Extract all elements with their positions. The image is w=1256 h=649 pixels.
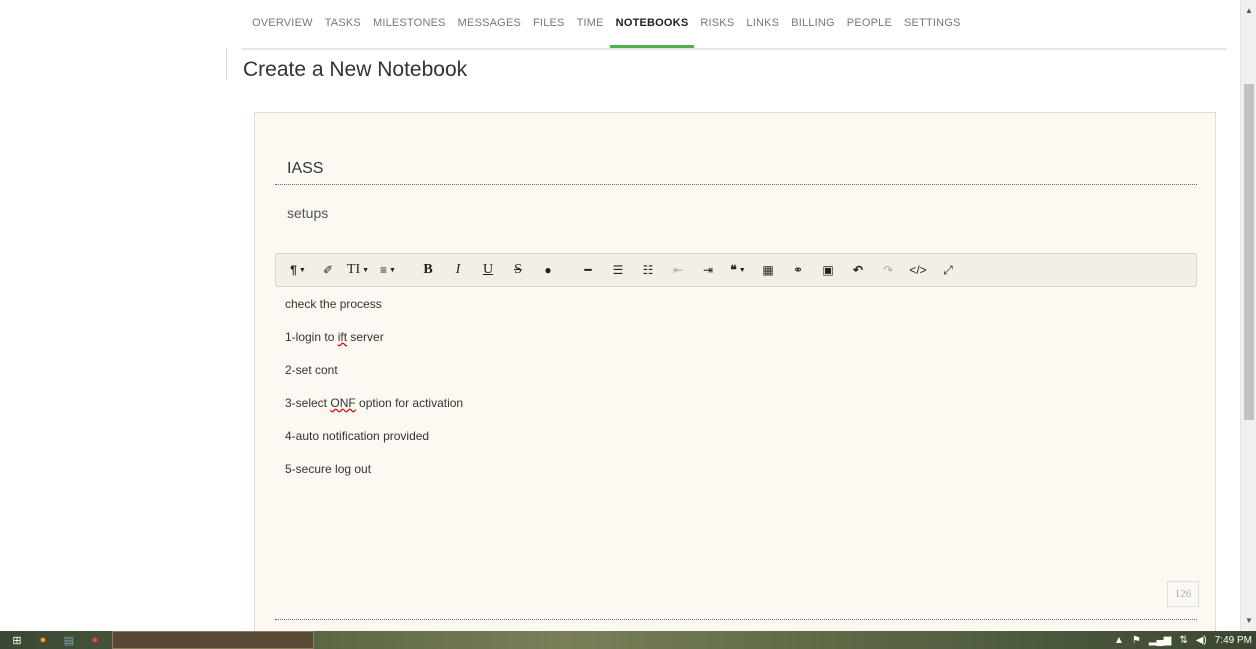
- chrome-icon[interactable]: ●: [86, 633, 104, 647]
- tab-time[interactable]: TIME: [571, 0, 610, 29]
- droplet-icon: ●: [544, 263, 552, 277]
- page-title: Create a New Notebook: [243, 58, 468, 81]
- horizontal-rule-icon: ━: [584, 263, 592, 277]
- italic-button[interactable]: I: [444, 256, 472, 284]
- strikethrough-button[interactable]: S: [504, 256, 532, 284]
- unordered-list-button[interactable]: ☷: [634, 256, 662, 284]
- firefox-icon[interactable]: ●: [34, 633, 52, 647]
- chevron-down-icon: ▼: [389, 266, 396, 274]
- project-tabs: OVERVIEW TASKS MILESTONES MESSAGES FILES…: [242, 0, 1227, 50]
- network-icon[interactable]: ⇅: [1179, 635, 1187, 646]
- editor-line: check the process: [285, 297, 382, 311]
- code-view-button[interactable]: </>: [904, 256, 932, 284]
- undo-button[interactable]: ↶: [844, 256, 872, 284]
- redo-button[interactable]: ↷: [874, 256, 902, 284]
- align-button[interactable]: ≡ ▼: [374, 256, 402, 284]
- tab-settings[interactable]: SETTINGS: [898, 0, 967, 29]
- align-icon: ≡: [380, 263, 388, 277]
- code-icon: </>: [909, 263, 927, 277]
- image-button[interactable]: ▣: [814, 256, 842, 284]
- unordered-list-icon: ☷: [642, 263, 654, 277]
- chevron-down-icon: ▼: [738, 266, 746, 274]
- fullscreen-button[interactable]: ⤢: [934, 256, 962, 284]
- signal-icon[interactable]: ▂▄▆: [1149, 635, 1171, 646]
- taskbar-window-button[interactable]: [112, 631, 314, 649]
- font-size-icon: TI: [346, 262, 361, 277]
- outdent-icon: ⇤: [672, 263, 684, 277]
- tab-overview[interactable]: OVERVIEW: [242, 0, 319, 29]
- editor-line: 1-login to ift server: [285, 330, 384, 344]
- notebook-title-input[interactable]: [275, 153, 1197, 185]
- tab-risks[interactable]: RISKS: [694, 0, 740, 29]
- horizontal-rule-button[interactable]: ━: [574, 256, 602, 284]
- file-explorer-icon[interactable]: ▤: [60, 633, 78, 647]
- tab-tasks[interactable]: TASKS: [319, 0, 367, 29]
- font-size-button[interactable]: TI ▼: [344, 256, 372, 284]
- paragraph-icon: ¶: [290, 263, 297, 277]
- clock[interactable]: 7:49 PM: [1215, 635, 1252, 646]
- volume-icon[interactable]: ◀): [1196, 635, 1207, 646]
- notebook-description-input[interactable]: [275, 201, 1197, 225]
- quote-button[interactable]: ❝ ▼: [724, 256, 752, 284]
- character-count: 126: [1167, 581, 1199, 607]
- start-icon[interactable]: ⊞: [8, 633, 26, 647]
- tab-milestones[interactable]: MILESTONES: [367, 0, 452, 29]
- editor-line: 4-auto notification provided: [285, 429, 430, 443]
- os-taskbar: ⊞ ● ▤ ● ▲ ⚑ ▂▄▆ ⇅ ◀) 7:49 PM: [0, 631, 1256, 649]
- paragraph-format-button[interactable]: ¶ ▼: [284, 256, 312, 284]
- chevron-down-icon: ▼: [298, 266, 306, 274]
- scrollbar-thumb[interactable]: [1244, 84, 1254, 420]
- editor-toolbar: ¶ ▼ ✐ TI ▼ ≡ ▼ B I U S ● ━ ☰ ☷ ⇤ ⇥ ❝ ▼ ▦ ⚭ ▣…: [275, 253, 1197, 287]
- editor-line: 5-secure log out: [285, 462, 372, 476]
- expand-icon: ⤢: [943, 262, 953, 277]
- link-icon: ⚭: [792, 263, 804, 277]
- clear-format-button[interactable]: ✐: [314, 256, 342, 284]
- table-button[interactable]: ▦: [754, 256, 782, 284]
- outdent-button[interactable]: ⇤: [664, 256, 692, 284]
- left-gutter: [0, 0, 226, 631]
- page-scrollbar[interactable]: ▲ ▼: [1240, 0, 1256, 631]
- underline-button[interactable]: U: [474, 256, 502, 284]
- scroll-up-arrow-icon[interactable]: ▲: [1244, 6, 1254, 16]
- scroll-down-arrow-icon[interactable]: ▼: [1244, 616, 1254, 626]
- table-icon: ▦: [762, 263, 774, 277]
- undo-icon: ↶: [852, 263, 864, 277]
- system-tray: ▲ ⚑ ▂▄▆ ⇅ ◀) 7:49 PM: [1114, 631, 1252, 649]
- divider: [226, 48, 227, 80]
- quote-icon: ❝: [730, 263, 737, 277]
- tab-files[interactable]: FILES: [527, 0, 571, 29]
- divider: [275, 619, 1197, 620]
- tab-notebooks[interactable]: NOTEBOOKS: [609, 0, 695, 48]
- tray-chevron-icon[interactable]: ▲: [1114, 635, 1124, 646]
- tab-billing[interactable]: BILLING: [785, 0, 841, 29]
- notebook-form: ¶▼ ✐ TI▼ ≡▼ B I U S ● ━ ☰ ☷ ⇤ ⇥ ❝▼ ▦ ⚭ ▣…: [254, 112, 1216, 644]
- image-icon: ▣: [822, 263, 834, 277]
- indent-icon: ⇥: [702, 263, 714, 277]
- ordered-list-icon: ☰: [612, 263, 624, 277]
- flag-icon[interactable]: ⚑: [1132, 635, 1141, 646]
- chevron-down-icon: ▼: [362, 266, 370, 274]
- editor-line: 2-set cont: [285, 363, 338, 377]
- misspelled-word: ONF: [330, 396, 356, 410]
- indent-button[interactable]: ⇥: [694, 256, 722, 284]
- tab-messages[interactable]: MESSAGES: [452, 0, 527, 29]
- link-button[interactable]: ⚭: [784, 256, 812, 284]
- eraser-icon: ✐: [322, 263, 334, 277]
- redo-icon: ↷: [882, 263, 894, 277]
- editor-line: 3-select ONF option for activation: [285, 396, 464, 410]
- tab-people[interactable]: PEOPLE: [841, 0, 898, 29]
- tab-links[interactable]: LINKS: [740, 0, 785, 29]
- text-color-button[interactable]: ●: [534, 256, 562, 284]
- ordered-list-button[interactable]: ☰: [604, 256, 632, 284]
- editor-content[interactable]: check the process 1-login to ift server …: [275, 297, 1197, 587]
- bold-button[interactable]: B: [414, 256, 442, 284]
- misspelled-word: ift: [337, 330, 348, 344]
